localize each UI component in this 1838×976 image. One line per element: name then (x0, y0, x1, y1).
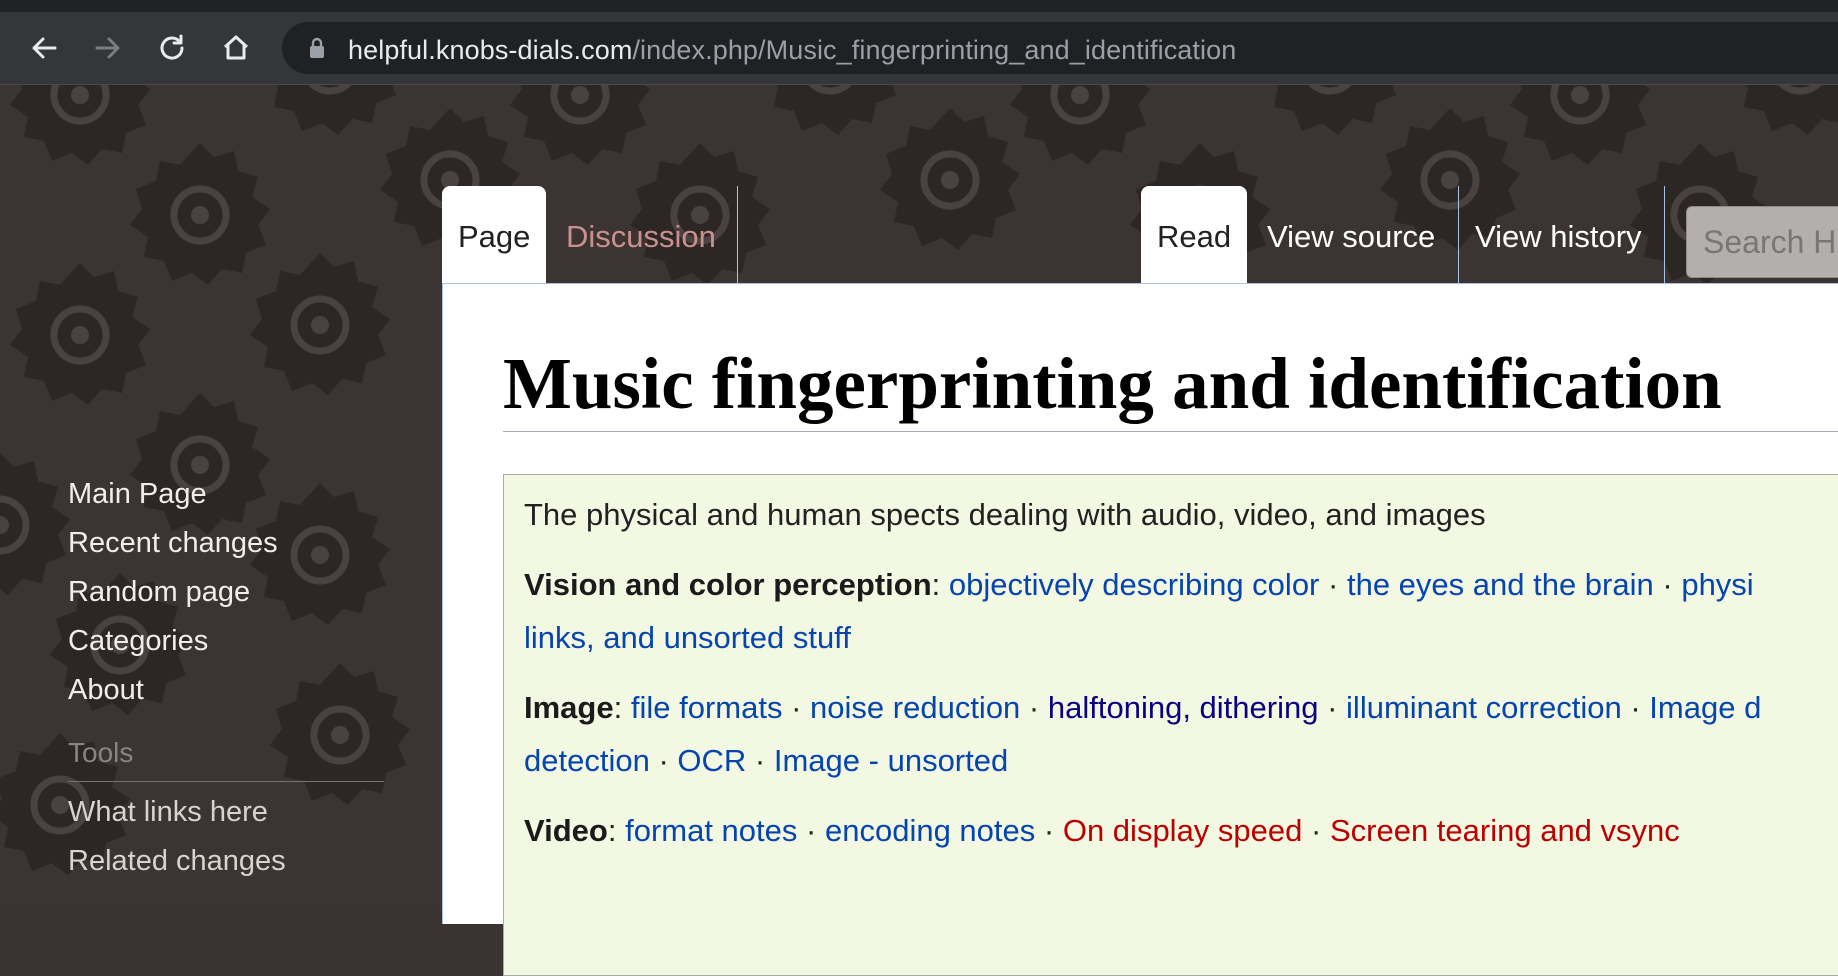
sidebar-item-random-page[interactable]: Random page (68, 568, 388, 617)
navbox-link[interactable]: objectively describing color (949, 567, 1319, 602)
sidebar-item-what-links-here[interactable]: What links here (68, 788, 388, 837)
navbox-link[interactable]: physi (1681, 567, 1753, 602)
browser-toolbar: helpful.knobs-dials.com/index.php/Music_… (0, 12, 1838, 85)
back-icon[interactable] (22, 26, 66, 70)
page-title: Music fingerprinting and identification (503, 343, 1722, 424)
home-icon[interactable] (214, 26, 258, 70)
tab-view-source[interactable]: View source (1251, 186, 1459, 284)
sidebar: Main Page Recent changes Random page Cat… (68, 470, 388, 886)
navbox-row-image: Image: file formats · noise reduction · … (524, 690, 1762, 725)
navbox-link[interactable]: encoding notes (825, 813, 1035, 848)
tools-heading: Tools (68, 737, 384, 782)
navbox-link[interactable]: illuminant correction (1346, 690, 1622, 725)
navbox-link[interactable]: the eyes and the brain (1347, 567, 1654, 602)
navbox-link[interactable]: On display speed (1063, 813, 1303, 848)
url-text[interactable]: helpful.knobs-dials.com/index.php/Music_… (348, 35, 1236, 66)
lock-icon[interactable] (308, 37, 326, 64)
tab-read[interactable]: Read (1141, 186, 1248, 284)
navbox-link[interactable]: Image d (1649, 690, 1761, 725)
navbox-link[interactable]: halftoning, dithering (1048, 690, 1319, 725)
sidebar-item-recent-changes[interactable]: Recent changes (68, 519, 388, 568)
address-bar[interactable]: helpful.knobs-dials.com/index.php/Music_… (282, 22, 1838, 74)
navbox-link[interactable]: Image - unsorted (774, 743, 1008, 778)
navbox-link[interactable]: links, and unsorted stuff (524, 620, 851, 655)
navbox-link[interactable]: noise reduction (810, 690, 1020, 725)
sidebar-item-about[interactable]: About (68, 666, 388, 715)
navbox-label-video: Video (524, 813, 608, 848)
navbox-link[interactable]: file formats (631, 690, 783, 725)
navbox-label-vision: Vision and color perception (524, 567, 932, 602)
navbox: The physical and human spects dealing wi… (503, 474, 1838, 976)
forward-icon[interactable] (86, 26, 130, 70)
navbox-label-image: Image (524, 690, 614, 725)
navbox-link[interactable]: OCR (677, 743, 746, 778)
navbox-row-video: Video: format notes · encoding notes · O… (524, 813, 1680, 848)
navbox-link[interactable]: Screen tearing and vsync (1330, 813, 1680, 848)
reload-icon[interactable] (150, 26, 194, 70)
navbox-row-vision: Vision and color perception: objectively… (524, 567, 1754, 602)
navbox-row-image-cont: detection · OCR · Image - unsorted (524, 743, 1009, 778)
sidebar-item-related-changes[interactable]: Related changes (68, 837, 388, 886)
tab-view-history[interactable]: View history (1459, 186, 1665, 284)
navbox-row-vision-cont: links, and unsorted stuff (524, 620, 851, 656)
tab-discussion[interactable]: Discussion (550, 186, 738, 284)
search-box (1686, 206, 1838, 278)
sidebar-item-main-page[interactable]: Main Page (68, 470, 388, 519)
tab-page[interactable]: Page (442, 186, 547, 284)
article-content: Music fingerprinting and identification … (442, 283, 1838, 976)
navbox-link[interactable]: detection (524, 743, 650, 778)
navbox-link[interactable]: format notes (625, 813, 797, 848)
search-input[interactable] (1701, 221, 1838, 263)
navbox-intro: The physical and human spects dealing wi… (524, 497, 1486, 532)
title-divider (503, 431, 1838, 432)
sidebar-item-categories[interactable]: Categories (68, 617, 388, 666)
browser-tab-strip (0, 0, 1838, 12)
